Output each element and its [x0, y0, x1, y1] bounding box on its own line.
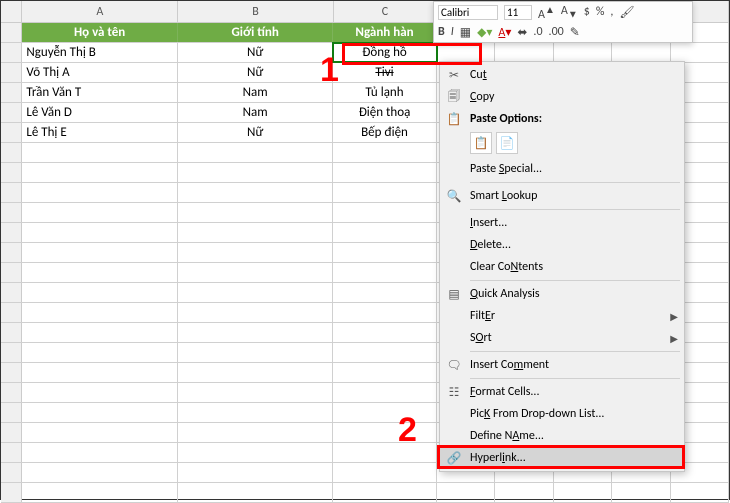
currency-icon[interactable]: $ — [584, 5, 590, 19]
copy-icon: 🗐 — [446, 89, 462, 105]
cell-prod-selected[interactable]: Đồng hồ — [333, 43, 436, 62]
bold-button[interactable]: B — [438, 25, 445, 39]
row-num[interactable] — [1, 43, 22, 62]
mini-toolbar: A▲ A▼ $ % , 🖌 B I ▦ ◆▾ A▾ ⬌ .0 .00 ✎ — [433, 1, 693, 43]
menu-clear-contents[interactable]: Clear CoNtents — [440, 256, 684, 278]
format-cells-icon: ☷ — [446, 384, 462, 400]
format-icon[interactable]: ✎ — [570, 25, 580, 40]
menu-quick-analysis[interactable]: ▤Quick Analysis — [440, 283, 684, 305]
cell-gender[interactable]: Nữ — [178, 43, 334, 62]
header-gender[interactable]: Giới tính — [178, 23, 334, 42]
border-icon[interactable]: ▦ — [460, 25, 471, 40]
menu-delete[interactable]: Delete... — [440, 234, 684, 256]
menu-smart-lookup[interactable]: 🔍Smart Lookup — [440, 185, 684, 207]
decrease-font-icon[interactable]: A▼ — [561, 4, 578, 20]
menu-cut[interactable]: ✂Cut — [440, 64, 684, 86]
menu-copy[interactable]: 🗐Copy — [440, 86, 684, 108]
paste-option-values[interactable]: 📄 — [496, 132, 518, 154]
menu-format-cells[interactable]: ☷Format Cells... — [440, 381, 684, 403]
submenu-arrow-icon: ▶ — [670, 310, 678, 323]
annotation-number-1: 1 — [320, 51, 339, 90]
paste-options-row: 📋 📄 — [440, 130, 684, 158]
scissors-icon: ✂ — [446, 67, 462, 83]
header-prod[interactable]: Ngành hàn — [333, 23, 436, 42]
cell-name[interactable]: Nguyễn Thị B — [22, 43, 178, 62]
menu-paste-special[interactable]: Paste Special... — [440, 158, 684, 180]
analysis-icon: ▤ — [446, 286, 462, 302]
increase-font-icon[interactable]: A▲ — [538, 3, 555, 22]
link-icon: 🔗 — [446, 450, 462, 466]
col-header-a[interactable]: A — [22, 1, 178, 22]
increase-decimal-icon[interactable]: .00 — [549, 25, 564, 39]
paste-option-default[interactable]: 📋 — [470, 132, 492, 154]
font-size-select[interactable] — [504, 5, 532, 20]
context-menu: ✂Cut 🗐Copy 📋Paste Options: 📋 📄 Paste Spe… — [439, 61, 685, 472]
font-select[interactable] — [438, 5, 498, 20]
menu-sort[interactable]: SOrt▶ — [440, 327, 684, 349]
col-header-b[interactable]: B — [178, 1, 334, 22]
merge-icon[interactable]: ⬌ — [517, 25, 527, 40]
menu-hyperlink[interactable]: 🔗Hyperlink... — [440, 447, 684, 469]
italic-button[interactable]: I — [451, 25, 454, 39]
submenu-arrow-icon: ▶ — [670, 332, 678, 345]
decrease-decimal-icon[interactable]: .0 — [533, 25, 542, 39]
col-header-c[interactable]: C — [334, 1, 437, 22]
header-name[interactable]: Họ và tên — [22, 23, 178, 42]
comma-icon[interactable]: , — [610, 5, 613, 19]
menu-paste-options-header: 📋Paste Options: — [440, 108, 684, 130]
menu-insert-comment[interactable]: 🗨Insert Comment — [440, 354, 684, 376]
search-icon: 🔍 — [446, 188, 462, 204]
fill-color-icon[interactable]: ◆▾ — [477, 25, 492, 40]
row-num[interactable] — [1, 23, 22, 42]
comment-icon: 🗨 — [446, 357, 462, 373]
paste-icon: 📋 — [446, 111, 462, 127]
menu-insert[interactable]: Insert... — [440, 212, 684, 234]
menu-filter[interactable]: FiltEr▶ — [440, 305, 684, 327]
menu-define-name[interactable]: Define NAme... — [440, 425, 684, 447]
annotation-number-2: 2 — [398, 411, 417, 450]
font-color-icon[interactable]: A▾ — [498, 25, 511, 40]
menu-pick-from-list[interactable]: PicK From Drop-down List... — [440, 403, 684, 425]
format-painter-icon[interactable]: 🖌 — [619, 5, 634, 20]
percent-icon[interactable]: % — [596, 5, 605, 19]
select-all-corner[interactable] — [1, 1, 22, 22]
